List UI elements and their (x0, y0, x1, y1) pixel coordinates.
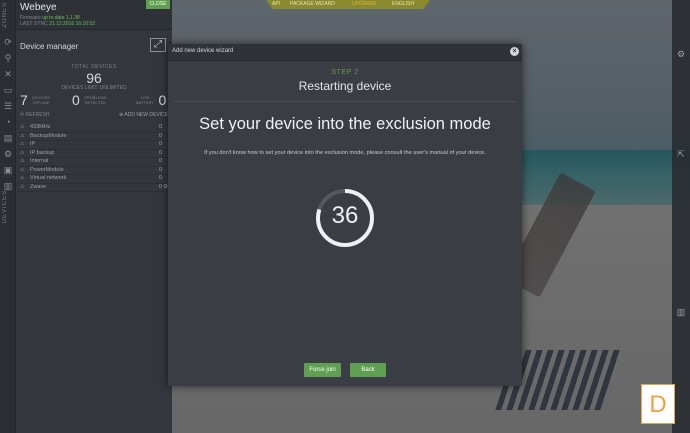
stat-problems: 0 PROBLEMS DETECTED (72, 92, 107, 108)
menu-item-api[interactable]: API (272, 1, 280, 7)
warning-icon: ⚠ (20, 132, 25, 139)
device-category-list: ⚠ 433MHz 0 ⚠ BackupModule 0 ⚠ IP 0 ⚠ IP backup 0… (18, 124, 168, 192)
back-button[interactable]: Back (350, 363, 386, 377)
modal-titlebar: Add new device wizard × (168, 44, 522, 61)
rail-zones-label[interactable]: ZONES (2, 2, 8, 28)
list-item[interactable]: ⚠ Virtual network 0 (18, 175, 168, 184)
camera-icon[interactable]: ▣ (0, 162, 16, 178)
refresh-link[interactable]: ⟳ REFRESH (20, 112, 50, 118)
devices-limit: DEVICES LIMIT: UNLIMITED (61, 85, 127, 91)
left-icon-rail: ZONES ⟳ ⚲ ✕ ▭ ☰ ◔ ▤ ⚙ ▣ ▥ DEVICES (0, 0, 16, 433)
device-list-toolbar: ⟳ REFRESH ⊕ ADD NEW DEVICE (20, 112, 168, 120)
instruction-description: If you don't know how to set your device… (204, 150, 486, 156)
menu-item-package-wizard[interactable]: PACKAGE WIZARD (290, 1, 335, 7)
list-item[interactable]: ⚠ 433MHz 0 (18, 124, 168, 133)
folder-icon[interactable]: ▭ (0, 82, 16, 98)
warning-icon: ⚠ (20, 149, 25, 156)
warning-icon: ⚠ (20, 124, 25, 130)
divider (174, 101, 516, 102)
add-new-device-link[interactable]: ⊕ ADD NEW DEVICE (119, 112, 168, 118)
warning-icon: ⚠ (20, 183, 25, 190)
list-item[interactable]: ⚠ Zwave 0 ⚙ (18, 183, 168, 192)
device-manager-panel: Webeye Firmware up to date 1.1.38 LAST S… (16, 0, 172, 433)
list-item[interactable]: ⚠ Internal 0 (18, 158, 168, 167)
list-item[interactable]: ⚠ PowerModule 0 (18, 166, 168, 175)
warning-icon: ⚠ (20, 166, 25, 173)
list-item[interactable]: ⚠ BackupModule 0 (18, 132, 168, 141)
refresh-icon[interactable]: ⟳ (0, 34, 16, 50)
add-device-wizard-modal: Add new device wizard × STEP 2 Restartin… (168, 44, 522, 386)
expand-icon[interactable]: ⤢ (150, 38, 166, 52)
gear-icon[interactable]: ⚙ (0, 146, 16, 162)
external-link-icon[interactable]: ⇱ (675, 148, 687, 160)
total-devices-count: 96 (86, 70, 102, 86)
gear-icon[interactable]: ⚙ (675, 48, 687, 60)
brand-logo: D (641, 384, 675, 424)
list-item[interactable]: ⚠ IP backup 0 (18, 149, 168, 158)
right-icon-rail: ⚙ ⇱ ▥ (672, 0, 690, 433)
menu-item-language[interactable]: ENGLISH (392, 1, 414, 7)
step-label: STEP 2 (331, 69, 359, 76)
list-item[interactable]: ⚠ IP 0 (18, 141, 168, 150)
bell-icon[interactable]: ◔ (0, 114, 16, 130)
countdown-number: 36 (331, 202, 359, 229)
force-join-button[interactable]: Force join (304, 363, 341, 377)
rail-devices-label[interactable]: DEVICES (2, 190, 8, 223)
warning-icon: ⚠ (20, 141, 25, 147)
device-manager-title: Device manager (20, 42, 79, 51)
menu-item-upgrade[interactable]: UPGRADE (352, 1, 377, 7)
stat-low-battery: LOW BATTERY 0 (136, 92, 167, 108)
app-header: Webeye Firmware up to date 1.1.38 LAST S… (16, 0, 172, 30)
top-menu-bar: API PACKAGE WIZARD UPGRADE ENGLISH (266, 0, 430, 9)
warning-icon: ⚠ (20, 175, 25, 181)
modal-close-icon[interactable]: × (510, 47, 519, 56)
chart-icon[interactable]: ▤ (0, 130, 16, 146)
close-icon[interactable]: ✕ (0, 66, 16, 82)
instruction-headline: Set your device into the exclusion mode (199, 115, 491, 133)
warning-icon: ⚠ (20, 158, 25, 164)
modal-title: Add new device wizard (172, 48, 234, 54)
close-button[interactable]: CLOSE (146, 0, 170, 9)
step-title: Restarting device (298, 79, 392, 93)
list-icon[interactable]: ☰ (0, 98, 16, 114)
last-sync: LAST SYNC 21.12.2016 16:10:52 (20, 21, 95, 27)
search-icon[interactable]: ⚲ (0, 50, 16, 66)
trash-icon[interactable]: ▥ (675, 306, 687, 318)
stat-offline: 7 DEVICES OFFLINE (20, 92, 50, 108)
